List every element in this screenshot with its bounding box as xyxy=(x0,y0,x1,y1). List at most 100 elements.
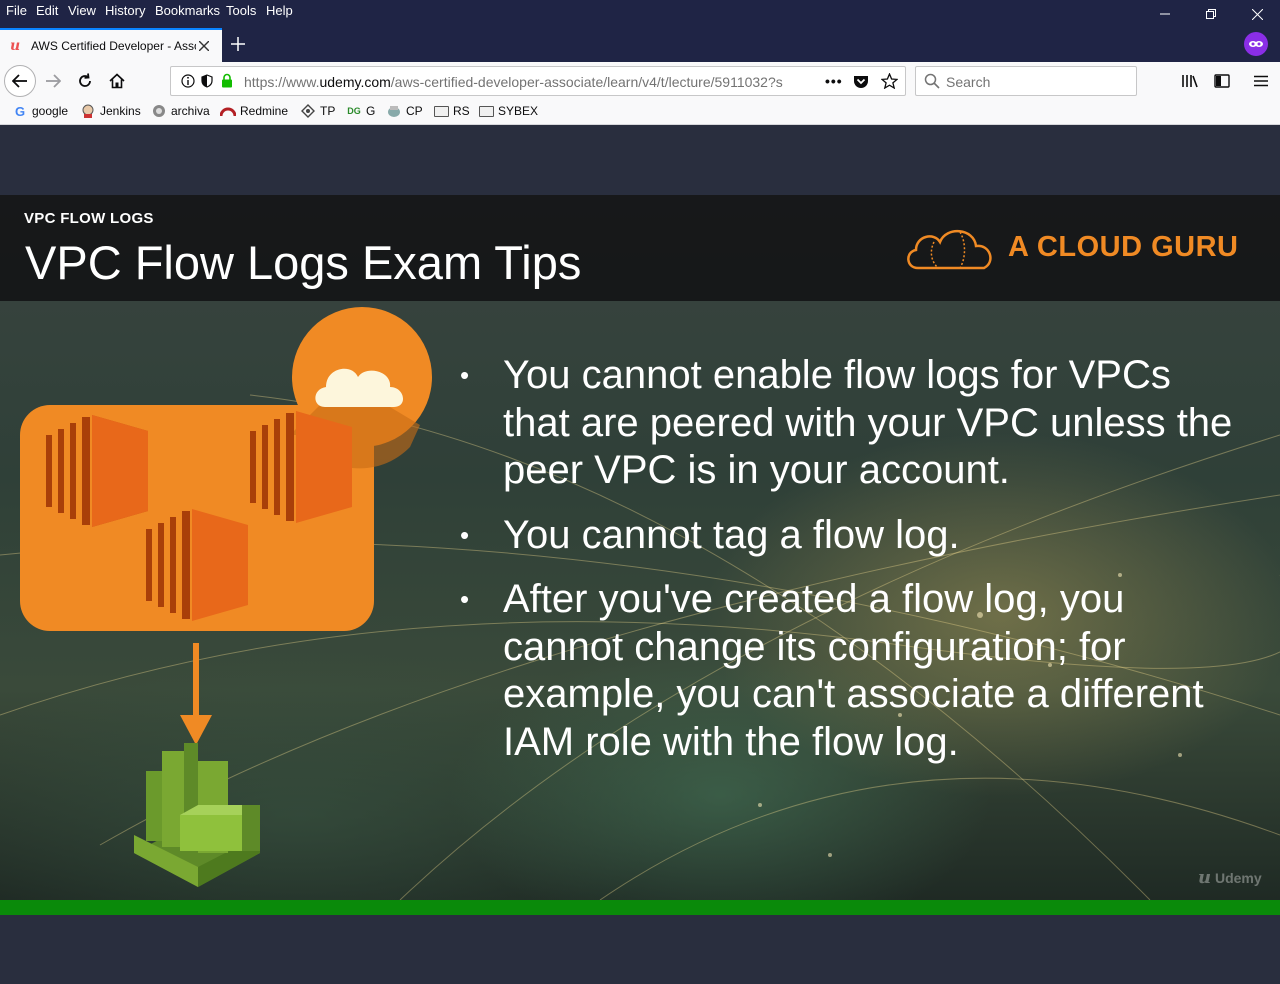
slide-title: VPC Flow Logs Exam Tips xyxy=(25,236,582,289)
tab-udemy[interactable]: u AWS Certified Developer - Asso xyxy=(0,28,222,62)
forward-arrow-icon xyxy=(46,74,61,88)
library-icon xyxy=(1182,75,1198,88)
udemy-icon: u xyxy=(1198,867,1212,888)
menu-view[interactable]: View xyxy=(68,3,96,18)
reload-button[interactable] xyxy=(70,67,100,95)
bookmark-cp[interactable]: CP xyxy=(386,104,423,118)
pocket-icon[interactable] xyxy=(853,74,869,94)
bullet-item: • You cannot tag a flow log. xyxy=(460,512,1240,560)
bookmark-google[interactable]: G google xyxy=(12,103,69,119)
menu-history[interactable]: History xyxy=(105,3,145,18)
page-actions-icon[interactable]: ••• xyxy=(825,73,843,89)
tab-strip: u AWS Certified Developer - Asso xyxy=(0,26,1280,62)
search-icon xyxy=(924,73,940,94)
bookmark-label: archiva xyxy=(171,104,210,118)
info-icon[interactable] xyxy=(181,74,195,93)
tp-icon xyxy=(300,104,316,118)
bullet-dot-icon: • xyxy=(460,360,470,390)
bookmark-redmine[interactable]: Redmine xyxy=(220,104,288,118)
reload-icon xyxy=(79,73,91,87)
cloudwatch-logs-icon xyxy=(134,743,260,887)
minimize-icon xyxy=(1160,13,1170,15)
home-icon xyxy=(109,73,125,89)
cloud-guru-logo-icon xyxy=(907,230,992,270)
bookmark-g[interactable]: DG G xyxy=(346,104,375,118)
bullet-dot-icon: • xyxy=(460,584,470,614)
private-browsing-mask-icon xyxy=(1244,32,1268,56)
plus-icon xyxy=(231,37,245,51)
udemy-icon: u xyxy=(10,38,21,54)
bookmark-label: RS xyxy=(453,104,470,118)
bullet-dot-icon: • xyxy=(460,519,470,550)
bookmark-archiva[interactable]: archiva xyxy=(151,104,210,118)
search-input[interactable]: Search xyxy=(915,66,1137,96)
menu-file[interactable]: File xyxy=(6,3,27,18)
watermark-text: Udemy xyxy=(1214,870,1262,886)
restore-icon xyxy=(1206,9,1216,19)
bookmark-label: google xyxy=(32,104,69,118)
bullet-text: You cannot tag a flow log. xyxy=(503,512,960,557)
bullet-text: After you've created a flow log, you can… xyxy=(503,577,1204,764)
navigation-toolbar: https://www.udemy.com/aws-certified-deve… xyxy=(0,62,1280,100)
ec2-instance-icon xyxy=(46,415,148,527)
slide-kicker: VPC FLOW LOGS xyxy=(24,210,154,227)
down-arrow-icon xyxy=(180,643,212,745)
close-window-button[interactable] xyxy=(1234,0,1280,28)
bookmark-label: CP xyxy=(406,104,423,118)
video-progress-bar[interactable] xyxy=(0,900,1280,915)
lock-icon[interactable] xyxy=(221,73,233,93)
g-icon: DG xyxy=(347,106,361,116)
bookmark-folder-rs[interactable]: RS xyxy=(433,104,470,118)
google-icon: G xyxy=(14,103,26,119)
bookmark-label: Jenkins xyxy=(100,104,141,118)
menu-edit[interactable]: Edit xyxy=(36,3,58,18)
hamburger-menu-icon xyxy=(1254,75,1268,87)
bookmark-jenkins[interactable]: Jenkins xyxy=(80,104,141,118)
back-button[interactable] xyxy=(4,65,36,97)
search-placeholder: Search xyxy=(946,74,991,90)
ec2-instance-icon xyxy=(250,411,352,523)
bookmark-folder-sybex[interactable]: SYBEX xyxy=(478,104,538,118)
url-bar[interactable]: https://www.udemy.com/aws-certified-deve… xyxy=(170,66,906,96)
home-button[interactable] xyxy=(102,67,132,95)
url-domain: udemy.com xyxy=(319,74,391,90)
lecture-slide: VPC FLOW LOGS VPC Flow Logs Exam Tips A … xyxy=(0,195,1280,900)
close-icon xyxy=(198,40,210,52)
url-path: /aws-certified-developer-associate/learn… xyxy=(390,74,783,90)
redmine-icon xyxy=(220,104,236,118)
sidebar-button[interactable] xyxy=(1207,67,1237,95)
tracking-shield-icon[interactable] xyxy=(201,74,213,93)
bullet-item: • After you've created a flow log, you c… xyxy=(460,576,1240,766)
udemy-watermark: u Udemy xyxy=(1198,867,1262,888)
open-menu-button[interactable] xyxy=(1246,67,1276,95)
menu-tools[interactable]: Tools xyxy=(226,3,256,18)
bookmark-label: Redmine xyxy=(240,104,289,118)
bookmark-label: SYBEX xyxy=(498,104,539,118)
back-arrow-icon xyxy=(12,74,27,88)
bullet-text: You cannot enable flow logs for VPCs tha… xyxy=(503,353,1233,492)
menu-help[interactable]: Help xyxy=(266,3,293,18)
sidebar-icon xyxy=(1214,74,1230,88)
menu-bookmarks[interactable]: Bookmarks xyxy=(155,3,220,18)
menu-bar: File Edit View History Bookmarks Tools H… xyxy=(0,0,1280,26)
slide-header: VPC FLOW LOGS VPC Flow Logs Exam Tips A … xyxy=(0,195,1280,301)
tab-close-button[interactable] xyxy=(198,36,210,56)
forward-button[interactable] xyxy=(38,67,68,95)
library-button[interactable] xyxy=(1175,67,1205,95)
bookmark-label: TP xyxy=(320,104,336,118)
bookmark-tp[interactable]: TP xyxy=(300,104,335,118)
new-tab-button[interactable] xyxy=(230,28,246,58)
url-prefix: https://www. xyxy=(244,74,320,90)
url-text[interactable]: https://www.udemy.com/aws-certified-deve… xyxy=(244,74,789,90)
jenkins-icon xyxy=(80,104,96,118)
tab-title: AWS Certified Developer - Asso xyxy=(31,39,196,53)
vpc-flow-logs-diagram xyxy=(20,307,432,887)
folder-icon xyxy=(433,104,449,118)
bookmark-star-icon[interactable] xyxy=(880,72,899,94)
close-icon xyxy=(1251,8,1263,20)
cloud-guru-brand: A CLOUD GURU xyxy=(1008,231,1239,263)
video-player[interactable]: VPC FLOW LOGS VPC Flow Logs Exam Tips A … xyxy=(0,125,1280,984)
restore-button[interactable] xyxy=(1188,0,1234,28)
archiva-icon xyxy=(151,104,167,118)
minimize-button[interactable] xyxy=(1142,0,1188,28)
